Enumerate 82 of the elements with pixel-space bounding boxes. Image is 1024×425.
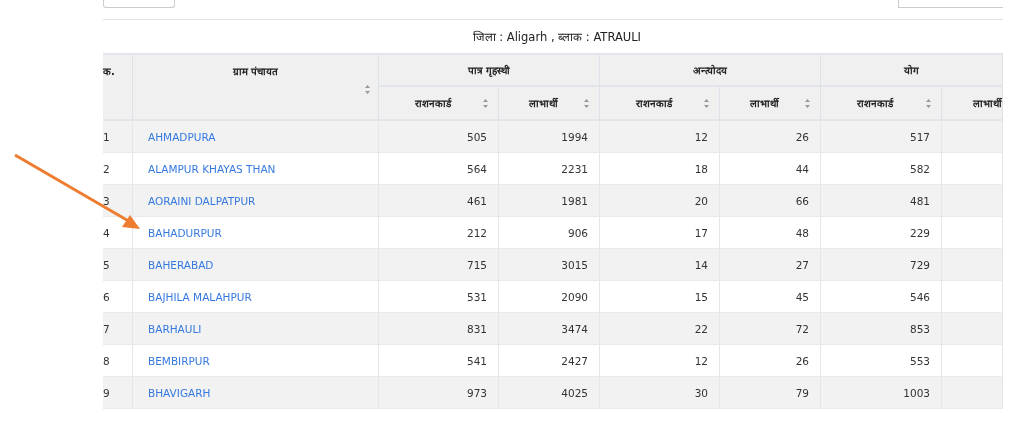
serial-number: 6 — [103, 281, 133, 313]
table-caption: जिला : Aligarh , ब्लाक : ATRAULI — [472, 29, 641, 44]
column-header: लाभार्थी — [942, 87, 1003, 121]
table-cell: 12 — [600, 345, 720, 377]
table-cell: 18 — [600, 153, 720, 185]
table-cell: 15 — [600, 281, 720, 313]
table-cell: 79 — [720, 377, 821, 409]
column-header[interactable]: राशनकार्ड — [821, 87, 942, 121]
table-cell: 1994 — [499, 121, 600, 153]
serial-number: 5 — [103, 249, 133, 281]
column-header[interactable]: लाभार्थी — [720, 87, 821, 121]
column-header: क. — [103, 55, 133, 121]
table-cell: 461 — [379, 185, 499, 217]
table-cell: 715 — [379, 249, 499, 281]
column-header[interactable]: राशनकार्ड — [379, 87, 499, 121]
table-cell: 853 — [821, 313, 942, 345]
table-cell: 17 — [600, 217, 720, 249]
table-cell: 729 — [821, 249, 942, 281]
table-cell: 481 — [821, 185, 942, 217]
table-cell: 20 — [600, 185, 720, 217]
table-cell: 553 — [821, 345, 942, 377]
sort-icon[interactable] — [926, 99, 931, 108]
serial-number: 7 — [103, 313, 133, 345]
column-group-header: योग — [821, 55, 1003, 87]
serial-number: 1 — [103, 121, 133, 153]
column-header[interactable]: लाभार्थी — [499, 87, 600, 121]
table-cell: 66 — [720, 185, 821, 217]
table-cell: 906 — [499, 217, 600, 249]
table-cell: 564 — [379, 153, 499, 185]
serial-number: 2 — [103, 153, 133, 185]
table-cell: 505 — [379, 121, 499, 153]
table-cell: 517 — [821, 121, 942, 153]
column-header[interactable]: ग्राम पंचायत — [133, 55, 379, 121]
serial-number: 3 — [103, 185, 133, 217]
village-link[interactable]: BHAVIGARH — [148, 386, 211, 399]
table-cell: 72 — [720, 313, 821, 345]
table-cell: 973 — [379, 377, 499, 409]
table-cell: 831 — [379, 313, 499, 345]
table-cell: 27 — [720, 249, 821, 281]
table-cell: 4025 — [499, 377, 600, 409]
sort-icon[interactable] — [483, 99, 488, 108]
village-link[interactable]: BAHERABAD — [148, 258, 214, 271]
table-cell: 14 — [600, 249, 720, 281]
table-cell: 531 — [379, 281, 499, 313]
village-link[interactable]: BAJHILA MALAHPUR — [148, 290, 252, 303]
table-cell: 2090 — [499, 281, 600, 313]
table-cell: 3474 — [499, 313, 600, 345]
village-link[interactable]: AORAINI DALPATPUR — [148, 194, 256, 207]
table-cell: 26 — [720, 345, 821, 377]
table-cell: 44 — [720, 153, 821, 185]
column-header[interactable]: राशनकार्ड — [600, 87, 720, 121]
table-cell: 2427 — [499, 345, 600, 377]
table-cell: 12 — [600, 121, 720, 153]
table-cell: 22 — [600, 313, 720, 345]
column-group-header: अन्त्योदय — [600, 55, 821, 87]
serial-number: 9 — [103, 377, 133, 409]
village-link[interactable]: BAHADURPUR — [148, 226, 222, 239]
table-cell: 30 — [600, 377, 720, 409]
table-cell: 26 — [720, 121, 821, 153]
village-link[interactable]: BEMBIRPUR — [148, 354, 210, 367]
sort-icon[interactable] — [805, 99, 810, 108]
table-cell: 48 — [720, 217, 821, 249]
serial-number: 8 — [103, 345, 133, 377]
table-cell: 212 — [379, 217, 499, 249]
sort-icon[interactable] — [704, 99, 709, 108]
sort-icon[interactable] — [365, 85, 370, 94]
village-link[interactable]: BARHAULI — [148, 322, 202, 335]
table-cell: 45 — [720, 281, 821, 313]
page-length-dropdown[interactable] — [103, 0, 175, 8]
village-link[interactable]: ALAMPUR KHAYAS THAN — [148, 162, 276, 175]
table-cell: 2231 — [499, 153, 600, 185]
table-cell: 1003 — [821, 377, 942, 409]
search-field[interactable] — [898, 0, 1003, 8]
table-cell: 541 — [379, 345, 499, 377]
table-cell: 229 — [821, 217, 942, 249]
table-cell: 546 — [821, 281, 942, 313]
table-cell: 1981 — [499, 185, 600, 217]
table-cell: 582 — [821, 153, 942, 185]
village-link[interactable]: AHMADPURA — [148, 130, 216, 143]
sort-icon[interactable] — [584, 99, 589, 108]
table-cell: 3015 — [499, 249, 600, 281]
column-group-header: पात्र गृहस्थी — [379, 55, 600, 87]
